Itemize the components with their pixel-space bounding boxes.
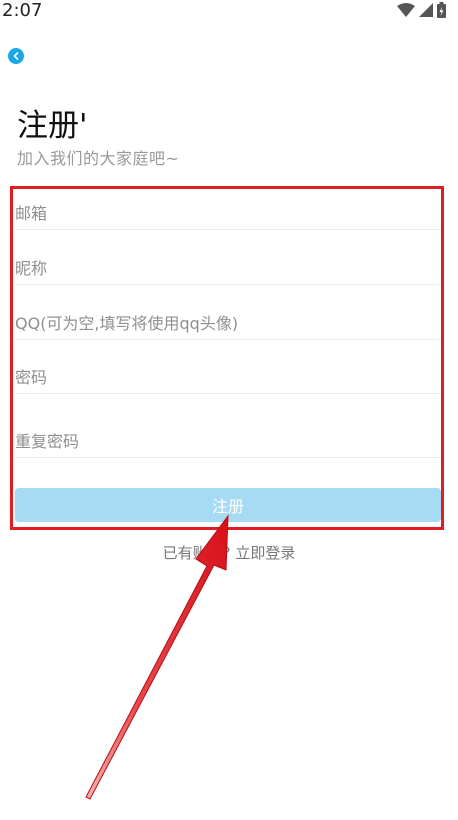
register-button[interactable]: 注册 [15, 488, 441, 522]
nickname-field[interactable] [15, 253, 441, 285]
status-time: 2:07 [2, 0, 43, 21]
password-input[interactable] [15, 368, 441, 387]
confirm-password-input[interactable] [15, 432, 441, 451]
register-screen: 2:07 注册' 加入我们的大家庭吧~ 邮箱 昵称 QQ(可为空,填写将使用qq… [0, 0, 458, 820]
back-button[interactable] [8, 48, 24, 64]
signal-icon [419, 3, 433, 17]
page-title: 注册' [17, 108, 88, 144]
chevron-left-icon [13, 52, 19, 60]
confirm-password-field[interactable] [15, 426, 441, 458]
status-icons [397, 2, 446, 18]
email-field[interactable] [15, 198, 441, 230]
battery-icon [437, 2, 446, 18]
login-link[interactable]: 已有账户? 立即登录 [0, 542, 458, 563]
annotation-highlight-box [10, 186, 444, 530]
nickname-input[interactable] [15, 259, 441, 278]
status-bar: 2:07 [0, 0, 458, 24]
email-input[interactable] [15, 204, 441, 223]
qq-field[interactable] [15, 308, 441, 340]
password-field[interactable] [15, 362, 441, 394]
page-subtitle: 加入我们的大家庭吧~ [17, 149, 180, 168]
wifi-icon [397, 3, 415, 17]
qq-input[interactable] [15, 314, 441, 333]
